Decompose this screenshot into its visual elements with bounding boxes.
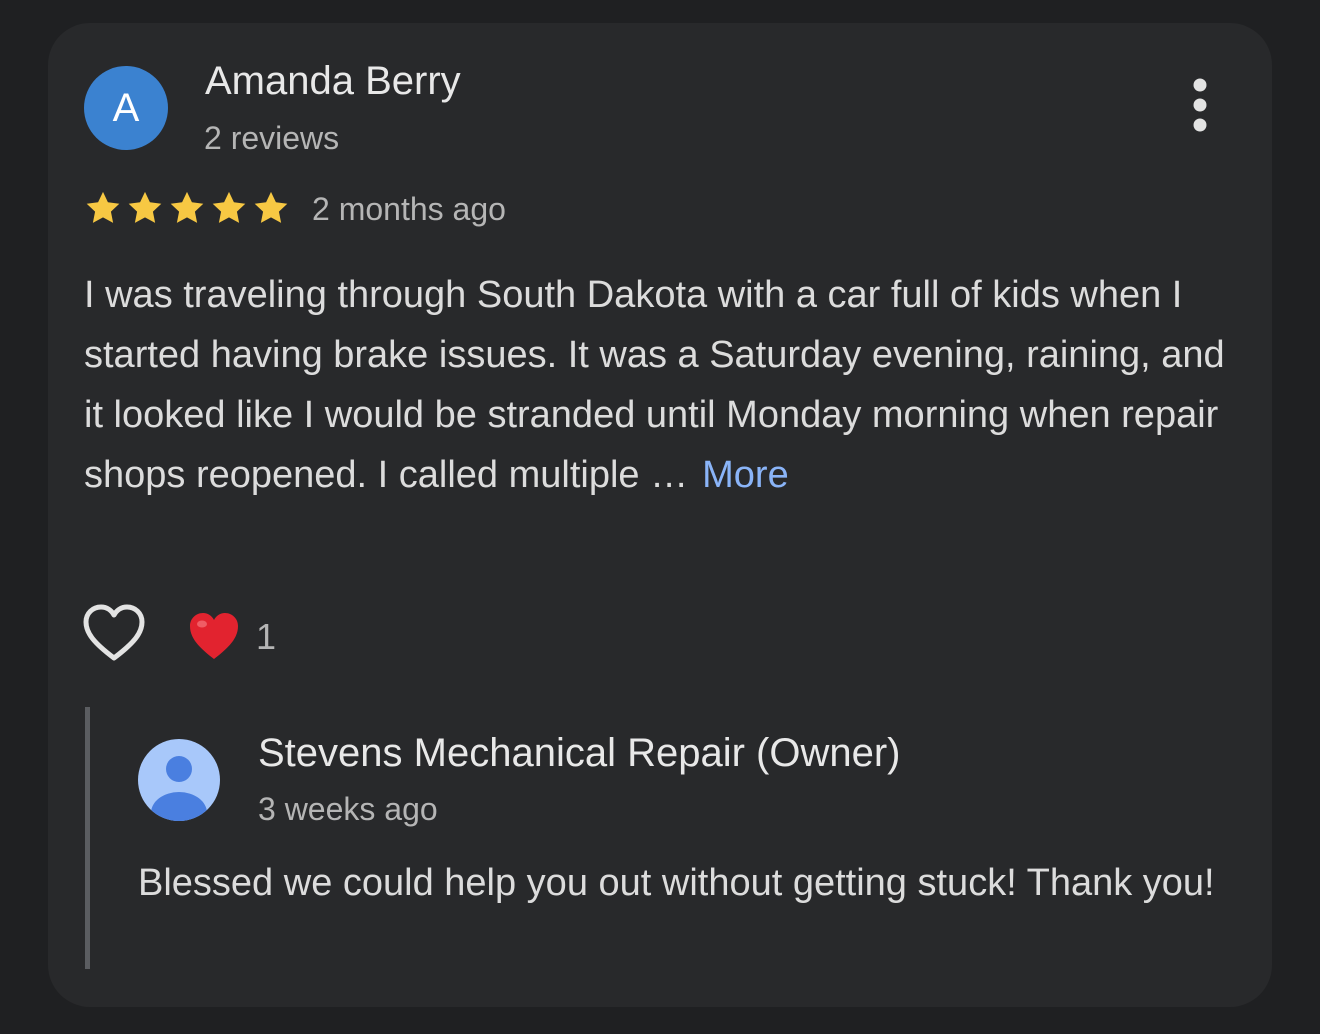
star-icon — [212, 191, 246, 223]
reviewer-avatar[interactable]: A — [84, 66, 168, 150]
reply-time: 3 weeks ago — [258, 791, 438, 827]
owner-name: Stevens Mechanical Repair (Owner) — [258, 731, 901, 775]
more-link[interactable]: More — [702, 454, 789, 496]
review-text: I was traveling through South Dakota wit… — [84, 274, 1225, 496]
person-icon — [138, 739, 220, 821]
star-icon — [86, 191, 120, 223]
red-heart-icon — [190, 613, 238, 659]
review-card: A Amanda Berry 2 reviews 2 months ago I … — [48, 23, 1272, 1007]
star-icon — [170, 191, 204, 223]
like-button[interactable] — [82, 603, 146, 667]
review-body: I was traveling through South Dakota wit… — [84, 265, 1234, 505]
owner-avatar — [137, 738, 221, 822]
reviewer-name[interactable]: Amanda Berry — [205, 57, 461, 105]
star-rating — [84, 189, 290, 229]
review-time: 2 months ago — [312, 191, 506, 227]
star-icon — [128, 191, 162, 223]
reply-divider — [85, 707, 90, 969]
heart-reaction[interactable] — [188, 611, 240, 661]
reviewer-review-count: 2 reviews — [204, 120, 340, 156]
star-icon — [254, 191, 288, 223]
owner-reply-text: Blessed we could help you out without ge… — [138, 862, 1215, 904]
reaction-count: 1 — [256, 616, 277, 657]
more-options-button[interactable] — [1180, 75, 1220, 139]
more-vert-icon — [1193, 78, 1207, 132]
heart-outline-icon — [83, 604, 145, 661]
